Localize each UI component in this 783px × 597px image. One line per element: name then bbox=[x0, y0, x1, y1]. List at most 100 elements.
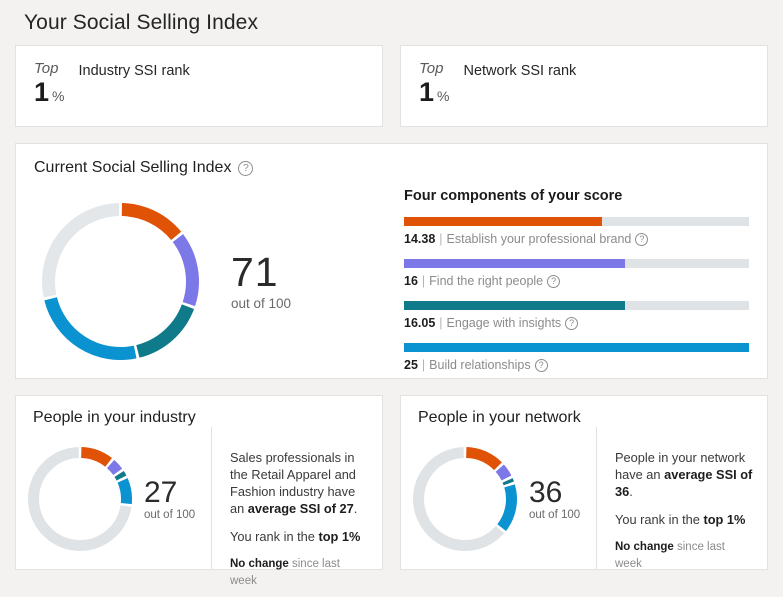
donut-segment bbox=[419, 452, 500, 545]
component-row-find-people: 16 | Find the right people ? bbox=[404, 259, 749, 288]
component-bar-track bbox=[404, 259, 749, 268]
component-label-row: 14.38 | Establish your professional bran… bbox=[404, 232, 749, 246]
question-circle-icon[interactable]: ? bbox=[635, 233, 648, 246]
current-ssi-body: 71 out of 100 Four components of your sc… bbox=[34, 177, 749, 385]
industry-rank-value-line: 1 % bbox=[34, 78, 64, 107]
component-separator: | bbox=[422, 274, 425, 288]
people-in-network-score: 36 bbox=[529, 477, 580, 508]
component-bar-fill bbox=[404, 259, 625, 268]
network-rank-label: Network SSI rank bbox=[463, 63, 576, 79]
donut-segment bbox=[119, 473, 121, 477]
people-cards-row: People in your industry 27 out of 100 Sa… bbox=[15, 395, 768, 570]
component-label-row: 25 | Build relationships ? bbox=[404, 358, 749, 372]
current-ssi-card: Current Social Selling Index ? 71 out of… bbox=[15, 143, 768, 379]
people-in-industry-card: People in your industry 27 out of 100 Sa… bbox=[15, 395, 383, 570]
donut-segment bbox=[138, 306, 188, 351]
component-separator: | bbox=[439, 316, 442, 330]
component-bar-fill bbox=[404, 301, 625, 310]
donut-segment bbox=[111, 464, 118, 472]
current-ssi-donut-chart bbox=[42, 203, 199, 360]
current-ssi-score-block: 71 out of 100 bbox=[231, 251, 291, 311]
people-in-network-rank: You rank in the top 1% bbox=[615, 511, 753, 528]
component-label-row: 16.05 | Engage with insights ? bbox=[404, 316, 749, 330]
people-in-industry-body: 27 out of 100 Sales professionals in the… bbox=[16, 427, 382, 570]
donut-segment bbox=[81, 452, 108, 462]
donut-segment bbox=[123, 480, 127, 503]
component-bar-fill bbox=[404, 217, 602, 226]
component-separator: | bbox=[422, 358, 425, 372]
people-in-network-text: People in your network have an average S… bbox=[597, 427, 767, 570]
people-in-network-title: People in your network bbox=[401, 409, 767, 427]
component-row-engage-insights: 16.05 | Engage with insights ? bbox=[404, 301, 749, 330]
component-row-build-relationships: 25 | Build relationships ? bbox=[404, 343, 749, 372]
current-ssi-header: Current Social Selling Index ? bbox=[34, 159, 749, 177]
component-separator: | bbox=[439, 232, 442, 246]
industry-rank-prefix: Top bbox=[34, 60, 64, 77]
component-score: 16 bbox=[404, 274, 418, 288]
component-name: Engage with insights bbox=[447, 316, 562, 330]
component-row-establish-brand: 14.38 | Establish your professional bran… bbox=[404, 217, 749, 246]
people-in-industry-chart-area: 27 out of 100 bbox=[16, 427, 212, 570]
industry-rank-unit: % bbox=[52, 88, 64, 104]
network-rank-unit: % bbox=[437, 88, 449, 104]
component-bar-track bbox=[404, 217, 749, 226]
donut-segment bbox=[466, 452, 498, 466]
people-in-network-score-block: 36 out of 100 bbox=[529, 477, 580, 521]
component-name: Find the right people bbox=[429, 274, 543, 288]
people-in-industry-score-sub: out of 100 bbox=[144, 509, 195, 521]
question-circle-icon[interactable]: ? bbox=[238, 161, 253, 176]
component-name: Establish your professional brand bbox=[447, 232, 632, 246]
network-rank-number: 1 bbox=[419, 78, 434, 107]
donut-segment bbox=[49, 209, 120, 296]
component-score: 25 bbox=[404, 358, 418, 372]
current-ssi-score-sub: out of 100 bbox=[231, 296, 291, 311]
donut-segment bbox=[178, 238, 193, 304]
industry-rank-number: 1 bbox=[34, 78, 49, 107]
industry-rank-card: Top 1 % Industry SSI rank bbox=[15, 45, 383, 127]
industry-rank-label: Industry SSI rank bbox=[78, 63, 189, 79]
component-bar-fill bbox=[404, 343, 749, 352]
question-circle-icon[interactable]: ? bbox=[535, 359, 548, 372]
donut-segment bbox=[500, 468, 507, 478]
donut-segment bbox=[122, 209, 176, 235]
industry-rank-value-group: Top 1 % bbox=[34, 60, 64, 107]
people-in-network-change: No change since last week bbox=[615, 539, 753, 573]
network-rank-card: Top 1 % Network SSI rank bbox=[400, 45, 768, 127]
donut-segment bbox=[51, 298, 136, 353]
people-in-network-donut-chart bbox=[413, 447, 517, 551]
people-in-network-card: People in your network 36 out of 100 Peo… bbox=[400, 395, 768, 570]
components-panel: Four components of your score 14.38 | Es… bbox=[404, 177, 749, 385]
people-in-network-summary: People in your network have an average S… bbox=[615, 449, 753, 500]
people-in-industry-donut-chart bbox=[28, 447, 132, 551]
current-ssi-chart-area: 71 out of 100 bbox=[34, 177, 404, 385]
page-title: Your Social Selling Index bbox=[15, 0, 768, 45]
people-in-industry-score-block: 27 out of 100 bbox=[144, 477, 195, 521]
people-in-industry-summary: Sales professionals in the Retail Appare… bbox=[230, 449, 368, 517]
question-circle-icon[interactable]: ? bbox=[565, 317, 578, 330]
donut-segment bbox=[508, 480, 509, 483]
component-bar-track bbox=[404, 343, 749, 352]
people-in-industry-score: 27 bbox=[144, 477, 195, 508]
component-score: 16.05 bbox=[404, 316, 435, 330]
ssi-dashboard: Your Social Selling Index Top 1 % Indust… bbox=[0, 0, 783, 570]
component-name: Build relationships bbox=[429, 358, 530, 372]
current-ssi-title: Current Social Selling Index bbox=[34, 159, 231, 177]
people-in-industry-text: Sales professionals in the Retail Appare… bbox=[212, 427, 382, 570]
network-rank-value-line: 1 % bbox=[419, 78, 449, 107]
question-circle-icon[interactable]: ? bbox=[547, 275, 560, 288]
components-title: Four components of your score bbox=[404, 188, 749, 204]
network-rank-value-group: Top 1 % bbox=[419, 60, 449, 107]
people-in-industry-title: People in your industry bbox=[16, 409, 382, 427]
people-in-network-score-sub: out of 100 bbox=[529, 509, 580, 521]
people-in-industry-rank: You rank in the top 1% bbox=[230, 528, 368, 545]
people-in-industry-change: No change since last week bbox=[230, 556, 368, 590]
component-label-row: 16 | Find the right people ? bbox=[404, 274, 749, 288]
component-score: 14.38 bbox=[404, 232, 435, 246]
people-in-network-chart-area: 36 out of 100 bbox=[401, 427, 597, 570]
donut-segment bbox=[502, 485, 512, 527]
network-rank-prefix: Top bbox=[419, 60, 449, 77]
component-bar-track bbox=[404, 301, 749, 310]
current-ssi-score: 71 bbox=[231, 251, 291, 294]
people-in-network-body: 36 out of 100 People in your network hav… bbox=[401, 427, 767, 570]
rank-cards-row: Top 1 % Industry SSI rank Top 1 % Networ… bbox=[15, 45, 768, 127]
